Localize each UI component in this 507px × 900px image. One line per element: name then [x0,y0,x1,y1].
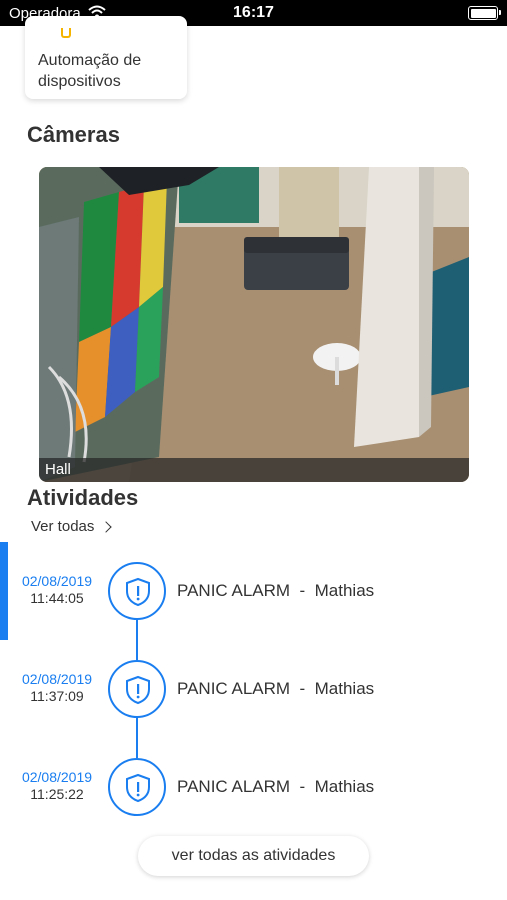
activity-event: PANIC ALARM [177,581,291,600]
timeline-connector [136,717,138,758]
camera-feed[interactable]: Hall [39,167,469,482]
see-all-link[interactable]: Ver todas [31,518,113,535]
shield-alert-icon [126,675,150,705]
activity-event: PANIC ALARM [177,679,291,698]
activity-description: PANIC ALARM - Mathias [177,679,375,698]
device-icon [61,28,71,38]
activity-item[interactable]: 02/08/2019 11:25:22 PANIC ALARM - Mathia… [0,757,507,817]
activity-date: 02/08/2019 [21,671,93,687]
activity-description: PANIC ALARM - Mathias [177,777,375,796]
shield-alert-icon [126,773,150,803]
activity-icon-circle [108,562,166,620]
activity-time: 11:25:22 [30,786,84,802]
activity-date: 02/08/2019 [21,769,93,785]
device-automation-label: Automação de dispositivos [38,52,142,90]
activity-icon-circle [108,758,166,816]
activity-date: 02/08/2019 [21,573,93,589]
activity-event: PANIC ALARM [177,777,291,796]
chevron-right-icon [100,521,113,533]
device-automation-card[interactable]: Automação de dispositivos [25,16,187,99]
see-all-label: Ver todas [31,518,95,535]
activities-section-title: Atividades [27,485,139,510]
activity-user: Mathias [314,679,375,698]
view-all-activities-button[interactable]: ver todas as atividades [138,836,369,876]
activity-user: Mathias [314,777,375,796]
activity-time: 11:37:09 [30,688,84,704]
battery-icon [468,6,501,20]
activity-user: Mathias [314,581,375,600]
timeline-connector [136,619,138,660]
camera-image [39,167,469,482]
activity-item[interactable]: 02/08/2019 11:44:05 PANIC ALARM - Mathia… [0,561,507,621]
cameras-section-title: Câmeras [27,122,120,147]
camera-caption: Hall [39,458,469,482]
activity-item[interactable]: 02/08/2019 11:37:09 PANIC ALARM - Mathia… [0,659,507,719]
activity-time: 11:44:05 [30,590,84,606]
activity-description: PANIC ALARM - Mathias [177,581,375,600]
shield-alert-icon [126,577,150,607]
activity-icon-circle [108,660,166,718]
